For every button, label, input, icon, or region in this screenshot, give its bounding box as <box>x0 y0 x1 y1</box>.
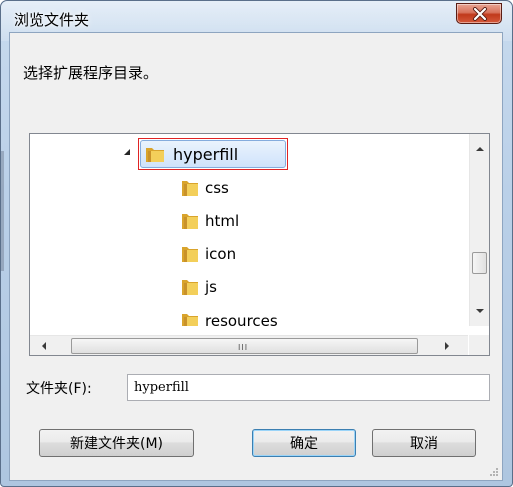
scroll-up-arrow-icon[interactable] <box>475 144 485 154</box>
folder-icon <box>146 148 164 162</box>
tree-item-selected[interactable]: hyperfill <box>138 138 288 170</box>
scrollbar-corner <box>469 335 489 355</box>
close-button[interactable] <box>456 3 502 24</box>
tree-item[interactable]: css <box>181 174 229 202</box>
window-edge <box>1 151 4 271</box>
cancel-button[interactable]: 取消 <box>372 429 476 457</box>
dialog-prompt: 选择扩展程序目录。 <box>23 64 159 82</box>
folder-icon <box>182 181 198 196</box>
folder-icon <box>182 280 198 295</box>
tree-item-label: hyperfill <box>173 144 239 164</box>
tree-item[interactable]: html <box>181 207 239 235</box>
title-bar[interactable]: 浏览文件夹 <box>1 1 512 35</box>
dialog-body: 选择扩展程序目录。 hyperfill css html icon js res… <box>9 32 503 481</box>
dialog-window: 浏览文件夹 选择扩展程序目录。 hyperfill css html icon … <box>0 0 513 487</box>
scroll-left-arrow-icon[interactable] <box>39 341 49 351</box>
tree-item-label: html <box>205 212 240 230</box>
folder-field[interactable]: hyperfill <box>127 374 490 401</box>
scroll-grip: III <box>238 343 249 352</box>
ok-button[interactable]: 确定 <box>252 429 356 457</box>
tree-item[interactable]: icon <box>181 240 236 268</box>
tree-item-label: resources <box>205 312 278 326</box>
tree-rows: hyperfill css html icon js resources <box>30 134 468 326</box>
tree-item-label: css <box>205 179 229 197</box>
new-folder-button[interactable]: 新建文件夹(M) <box>39 429 194 457</box>
tree-item-label: icon <box>205 245 237 263</box>
resize-grip-icon[interactable] <box>489 467 499 477</box>
folder-field-label: 文件夹(F): <box>26 381 92 397</box>
vertical-scrollbar[interactable] <box>469 134 489 326</box>
folder-icon <box>182 314 198 326</box>
collapse-arrow-icon[interactable] <box>123 148 131 156</box>
close-icon <box>473 7 487 21</box>
tree-item[interactable]: resources <box>181 307 278 326</box>
scroll-right-arrow-icon[interactable] <box>442 341 452 351</box>
folder-tree[interactable]: hyperfill css html icon js resources III <box>29 133 490 356</box>
horizontal-scrollbar[interactable]: III <box>30 335 468 355</box>
folder-icon <box>182 247 198 262</box>
horizontal-scroll-thumb[interactable]: III <box>71 338 418 354</box>
tree-item-label: js <box>205 278 217 296</box>
tree-item[interactable]: js <box>181 273 217 301</box>
window-title: 浏览文件夹 <box>14 11 90 29</box>
vertical-scroll-thumb[interactable] <box>472 252 487 274</box>
folder-icon <box>182 214 198 229</box>
scroll-down-arrow-icon[interactable] <box>475 306 485 316</box>
